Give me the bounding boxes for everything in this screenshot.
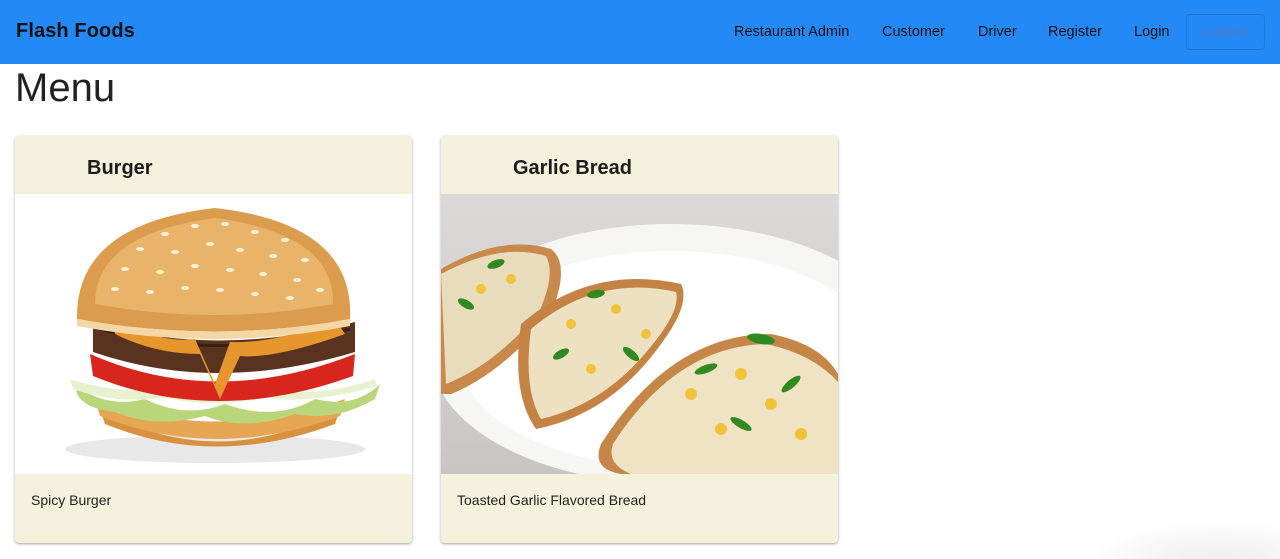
menu-card-description: Spicy Burger	[31, 492, 112, 508]
nav-link-login[interactable]: Login	[1134, 24, 1169, 40]
nav-link-customer[interactable]: Customer	[882, 24, 945, 40]
nav-link-driver[interactable]: Driver	[978, 24, 1017, 40]
corner-shadow	[1080, 519, 1280, 559]
page-title: Menu	[15, 66, 116, 110]
top-navbar: Flash Foods Restaurant Admin Customer Dr…	[0, 0, 1280, 64]
nav-link-register[interactable]: Register	[1048, 24, 1102, 40]
menu-card-title: Burger	[87, 157, 153, 179]
garlic-bread-image	[441, 194, 838, 474]
brand-logo-text[interactable]: Flash Foods	[16, 20, 135, 43]
menu-card-title: Garlic Bread	[513, 157, 632, 179]
menu-card-description: Toasted Garlic Flavored Bread	[457, 492, 647, 508]
menu-card-burger[interactable]: Burger Spicy Burger	[15, 136, 412, 543]
menu-card-garlic-bread[interactable]: Garlic Bread Toasted Garlic Flavored Bre…	[441, 136, 838, 543]
nav-link-restaurant-admin[interactable]: Restaurant Admin	[734, 24, 849, 40]
logout-button[interactable]: Logout	[1186, 14, 1265, 50]
burger-image	[15, 194, 412, 474]
